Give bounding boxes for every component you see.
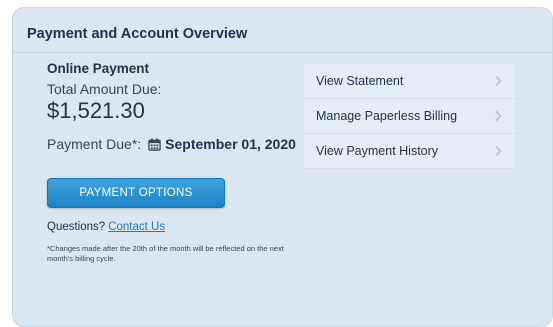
billing-cycle-footnote: *Changes made after the 20th of the mont… [47, 244, 284, 263]
view-statement-link[interactable]: View Statement [304, 64, 515, 99]
view-payment-history-link[interactable]: View Payment History [304, 134, 515, 169]
link-label: Manage Paperless Billing [316, 109, 458, 123]
payment-due-label: Payment Due*: [47, 136, 142, 152]
payment-due-date: September 01, 2020 [165, 136, 296, 152]
link-label: View Payment History [316, 144, 439, 158]
questions-row: Questions? Contact Us [47, 221, 165, 233]
contact-us-link[interactable]: Contact Us [108, 221, 165, 233]
payment-due-row: Payment Due*: September 01, 2020 [47, 136, 307, 152]
online-payment-title: Online Payment [47, 61, 150, 76]
total-amount-label: Total Amount Due: [47, 81, 162, 97]
chevron-right-icon [495, 145, 502, 157]
panel-title: Payment and Account Overview [27, 26, 248, 42]
title-divider [13, 52, 552, 53]
chevron-right-icon [495, 110, 502, 122]
chevron-right-icon [495, 75, 502, 87]
manage-paperless-billing-link[interactable]: Manage Paperless Billing [304, 99, 515, 134]
online-payment-section: Online Payment Total Amount Due: $1,521.… [47, 61, 307, 152]
link-label: View Statement [316, 74, 404, 88]
payment-options-button[interactable]: PAYMENT OPTIONS [47, 178, 225, 208]
calendar-icon [148, 137, 161, 151]
total-amount-value: $1,521.30 [47, 98, 145, 123]
questions-label: Questions? [47, 221, 106, 233]
account-links-list: View Statement Manage Paperless Billing … [304, 64, 515, 169]
